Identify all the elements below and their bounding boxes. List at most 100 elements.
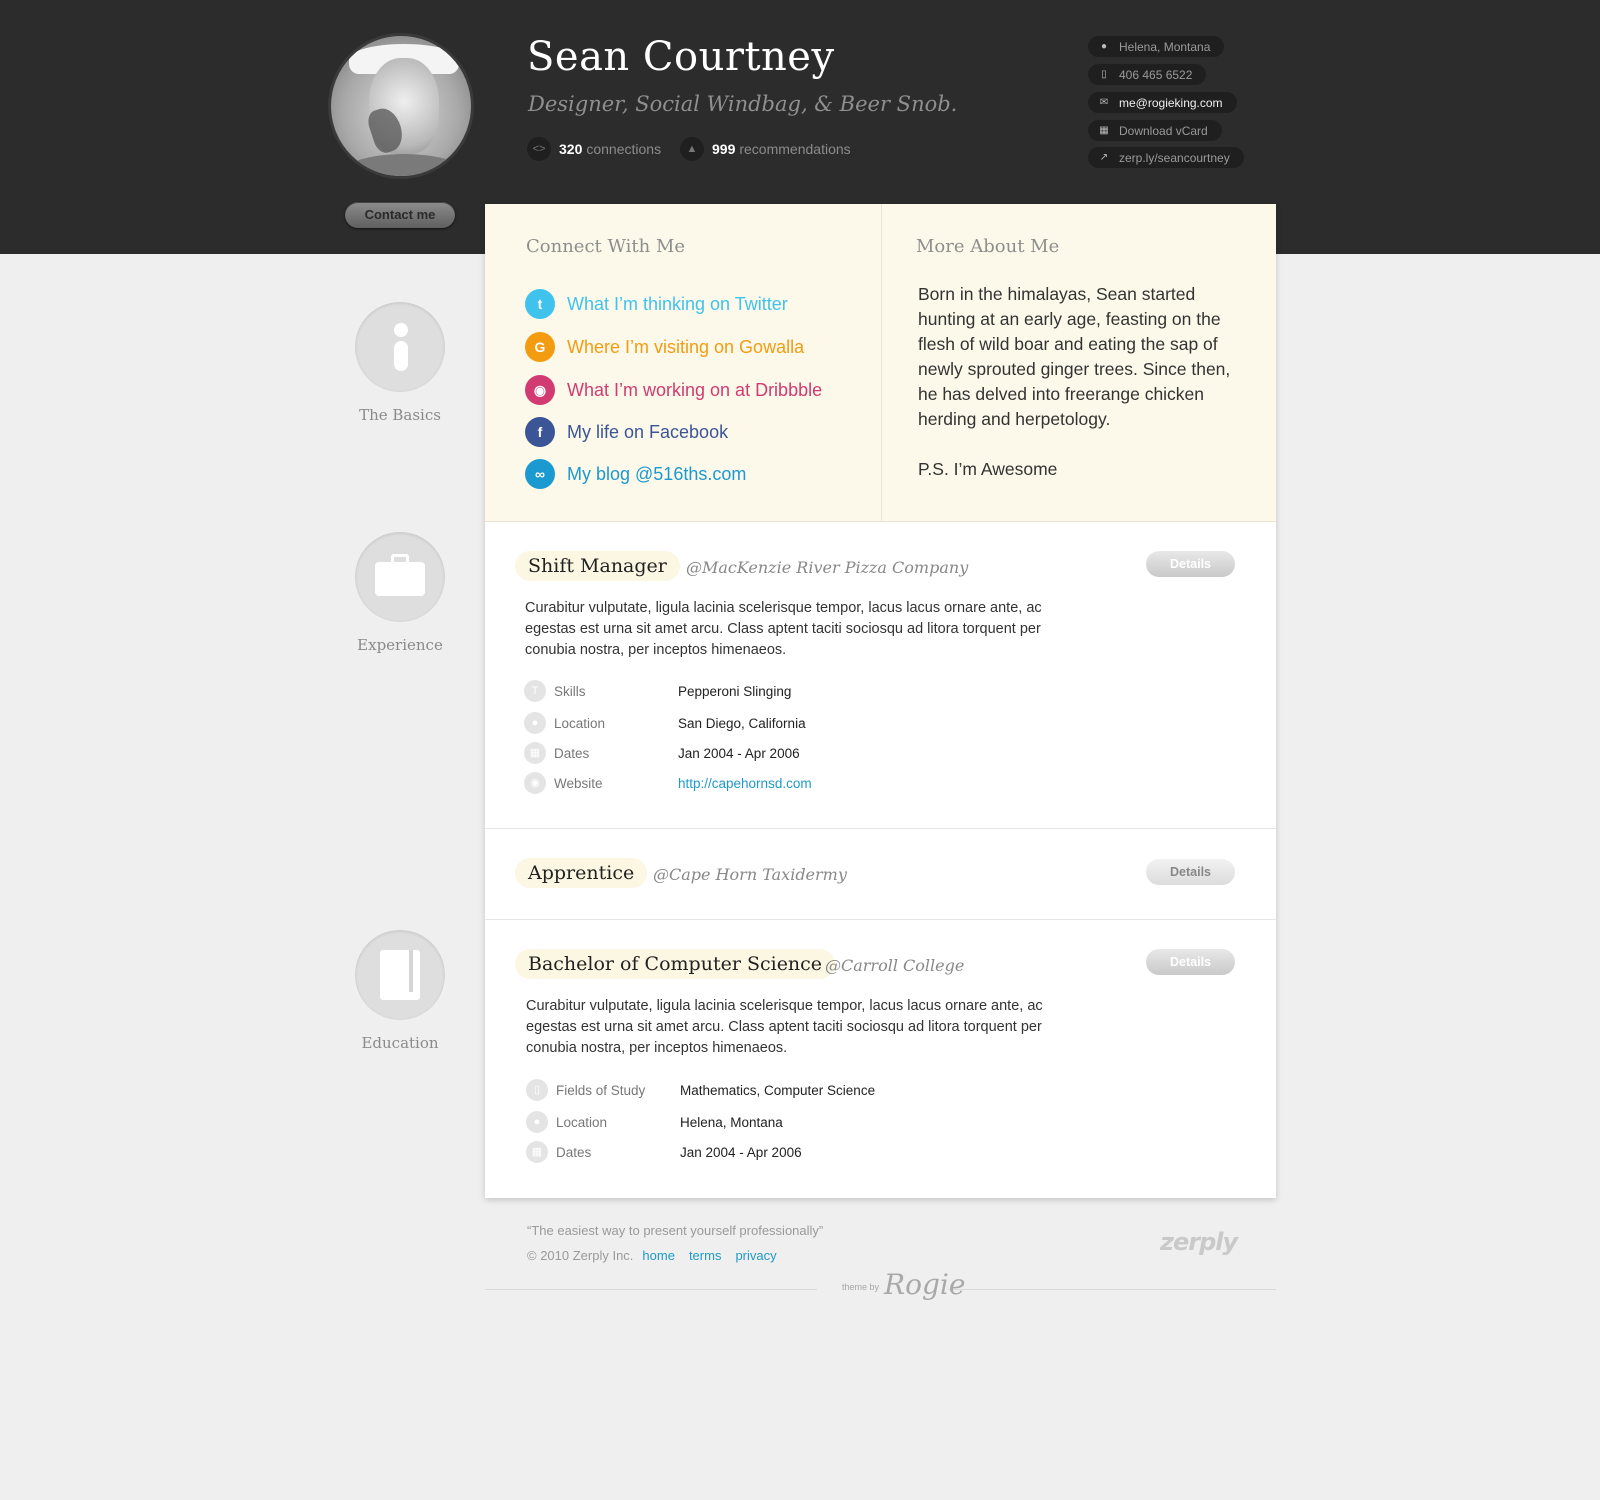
footer-divider-right [948,1289,1276,1290]
dribbble-link-text: What I’m working on at Dribbble [567,379,823,400]
experience-role: Apprentice [515,858,648,888]
detail-label: Location [556,1114,608,1130]
website-link[interactable]: http://capehornsd.com [678,776,812,791]
detail-value: Mathematics, Computer Science [680,1082,876,1098]
experience-org: @MacKenzie River Pizza Company [686,558,969,577]
blog-link-text: My blog @516ths.com [567,463,747,484]
location-pin-icon: ● [1100,41,1108,52]
detail-value: Helena, Montana [680,1114,783,1130]
details-button[interactable]: Details [1146,551,1235,577]
connect-title: Connect With Me [526,236,686,257]
profile-url-text: zerp.ly/seancourtney [1119,150,1230,165]
recommendations-count: 999 [712,141,736,157]
info-location: ● Helena, Montana [1088,36,1225,57]
gowalla-icon: G [525,332,555,362]
recommendations-stat[interactable]: ▲ 999 recommendations [680,137,851,161]
gowalla-link[interactable]: G Where I’m visiting on Gowalla [525,332,804,362]
detail-row-location: ● Location Helena, Montana [526,1111,783,1133]
intro-panel: Connect With Me t What I’m thinking on T… [485,204,1276,522]
detail-value: Jan 2004 - Apr 2006 [680,1144,802,1160]
thumbs-up-icon: ▲ [680,137,704,161]
skills-icon: T [524,680,546,702]
education-description: Curabitur vulputate, ligula lacinia scel… [526,998,1043,1056]
detail-row-skills: T Skills Pepperoni Slinging [524,680,791,702]
designer-signature[interactable]: Rogie [884,1268,965,1301]
education-org: @Carroll College [825,956,965,975]
detail-value: Jan 2004 - Apr 2006 [678,745,800,761]
side-basics: The Basics [355,302,445,424]
intro-divider [881,204,882,522]
detail-row-dates: ▦ Dates Jan 2004 - Apr 2006 [526,1141,802,1163]
about-ps: P.S. I’m Awesome [918,459,1058,479]
experience-description: Curabitur vulputate, ligula lacinia scel… [525,600,1042,658]
external-link-icon: ↗ [1099,152,1109,163]
profile-name: Sean Courtney [527,34,835,80]
connections-stat[interactable]: <> 320 connections [527,137,661,161]
globe-icon: ◉ [524,772,546,794]
recommendations-label: recommendations [739,141,851,157]
details-button[interactable]: Details [1146,949,1235,975]
detail-value: San Diego, California [678,715,806,731]
side-education-label: Education [361,1034,439,1052]
footer-quote: “The easiest way to present yourself pro… [527,1223,824,1238]
detail-label: Skills [554,683,586,699]
twitter-icon: t [525,289,555,319]
footer-link-terms[interactable]: terms [689,1248,722,1263]
education-degree: Bachelor of Computer Science [515,949,836,979]
facebook-link-text: My life on Facebook [567,421,729,442]
info-phone[interactable]: ▯ 406 465 6522 [1088,64,1207,85]
experience-org: @Cape Horn Taxidermy [653,865,847,884]
shirt-shape [341,154,467,176]
profile-card: Connect With Me t What I’m thinking on T… [485,204,1276,1198]
twitter-link-text: What I’m thinking on Twitter [567,293,788,314]
side-experience-label: Experience [357,636,443,654]
info-email-text: me@rogieking.com [1119,95,1223,110]
gowalla-link-text: Where I’m visiting on Gowalla [567,336,805,357]
detail-row-website: ◉ Website http://capehornsd.com [524,772,812,794]
info-email[interactable]: ✉ me@rogieking.com [1088,92,1237,113]
detail-row-dates: ▦ Dates Jan 2004 - Apr 2006 [524,742,800,764]
facebook-link[interactable]: f My life on Facebook [525,417,728,447]
detail-value: Pepperoni Slinging [678,683,792,699]
detail-row-location: ● Location San Diego, California [524,712,806,734]
contact-me-button[interactable]: Contact me [345,202,455,228]
detail-label: Dates [556,1144,592,1160]
detail-label: Website [554,775,603,791]
theme-by-label: theme by [842,1282,880,1292]
detail-row-fields: ▯ Fields of Study Mathematics, Computer … [526,1079,875,1101]
download-vcard-text: Download vCard [1119,123,1208,138]
info-icon [355,302,445,392]
mail-icon: ✉ [1099,97,1109,108]
location-pin-icon: ● [524,712,546,734]
briefcase-icon [355,532,445,622]
connections-label: connections [586,141,662,157]
zerply-logo[interactable]: zerply [1160,1228,1238,1256]
footer-link-privacy[interactable]: privacy [735,1248,776,1263]
about-paragraph: Born in the himalayas, Sean started hunt… [918,284,1231,429]
profile-tagline: Designer, Social Windbag, & Beer Snob. [528,92,958,116]
calendar-icon: ▦ [524,742,546,764]
profile-url-link[interactable]: ↗ zerp.ly/seancourtney [1088,147,1244,168]
side-experience: Experience [355,532,445,654]
details-button[interactable]: Details [1146,859,1235,885]
about-text: Born in the himalayas, Sean started hunt… [918,282,1248,507]
book-icon: ▯ [526,1079,548,1101]
calendar-icon: ▦ [526,1141,548,1163]
experience-entry: Shift Manager @MacKenzie River Pizza Com… [485,522,1276,829]
connections-count: 320 [559,141,583,157]
footer-link-home[interactable]: home [642,1248,675,1263]
location-pin-icon: ● [526,1111,548,1133]
download-vcard-link[interactable]: ▦ Download vCard [1088,120,1222,141]
link-icon: ∞ [525,459,555,489]
blog-link[interactable]: ∞ My blog @516ths.com [525,459,746,489]
copyright-text: © 2010 Zerply Inc. [527,1248,634,1263]
facebook-icon: f [525,417,555,447]
education-entry: Bachelor of Computer Science @Carroll Co… [485,920,1276,1198]
info-phone-text: 406 465 6522 [1119,67,1193,82]
connections-icon: <> [527,137,551,161]
footer-copyright: © 2010 Zerply Inc. home terms privacy [527,1248,782,1263]
vcard-icon: ▦ [1099,125,1109,136]
twitter-link[interactable]: t What I’m thinking on Twitter [525,289,788,319]
dribbble-link[interactable]: ◉ What I’m working on at Dribbble [525,375,822,405]
detail-label: Location [554,715,606,731]
